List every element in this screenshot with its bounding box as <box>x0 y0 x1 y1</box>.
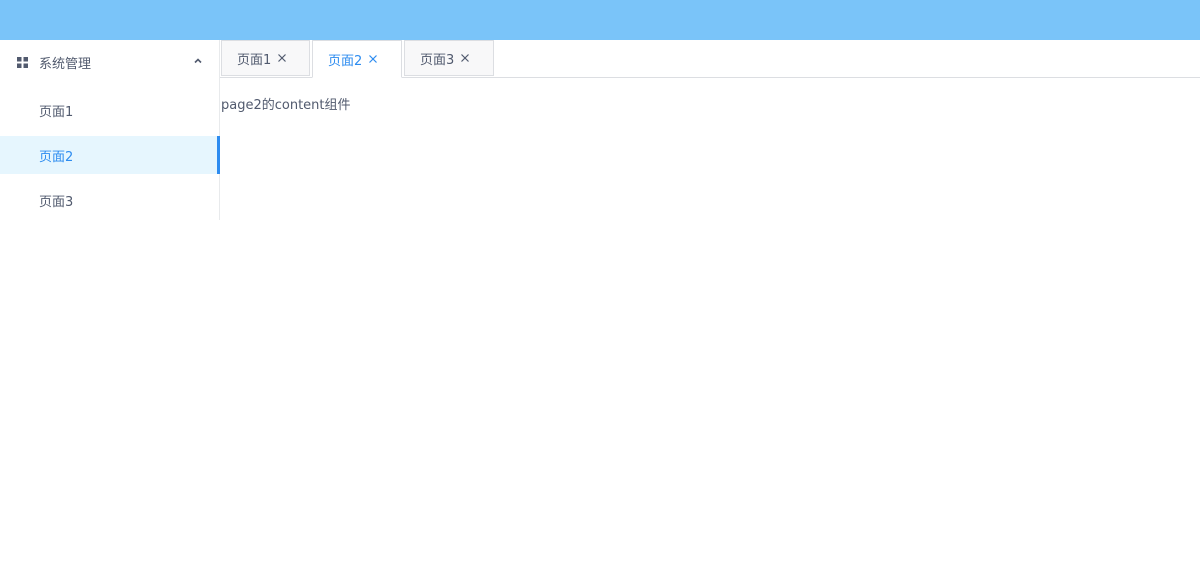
tab-page2[interactable]: 页面2 <box>312 40 402 78</box>
close-icon[interactable] <box>368 54 378 64</box>
submenu-system-management[interactable]: 系统管理 <box>0 40 219 84</box>
tab-label: 页面1 <box>237 52 272 68</box>
grid-icon <box>17 56 28 68</box>
submenu-label: 系统管理 <box>39 56 92 72</box>
chevron-up-icon[interactable] <box>193 56 203 66</box>
tab-label: 页面2 <box>328 53 363 69</box>
sidebar-item-page2[interactable]: 页面2 <box>0 136 220 174</box>
tab-page3[interactable]: 页面3 <box>404 40 494 76</box>
top-header-bar <box>0 0 1200 40</box>
sidebar-item-page3[interactable]: 页面3 <box>0 181 219 219</box>
sidebar-item-label: 页面1 <box>39 104 74 120</box>
tab-page1[interactable]: 页面1 <box>221 40 310 76</box>
sidebar-item-page1[interactable]: 页面1 <box>0 91 219 129</box>
tab-bar: 页面1 页面2 页面3 <box>220 40 1200 78</box>
tab-label: 页面3 <box>420 52 455 68</box>
sidebar-item-label: 页面2 <box>39 149 74 165</box>
content-text: page2的content组件 <box>221 98 351 113</box>
sidebar-item-label: 页面3 <box>39 194 74 210</box>
close-icon[interactable] <box>277 53 287 63</box>
page-content: page2的content组件 <box>221 94 351 113</box>
sidebar-menu: 系统管理 页面1 页面2 页面3 <box>0 40 220 220</box>
close-icon[interactable] <box>460 53 470 63</box>
